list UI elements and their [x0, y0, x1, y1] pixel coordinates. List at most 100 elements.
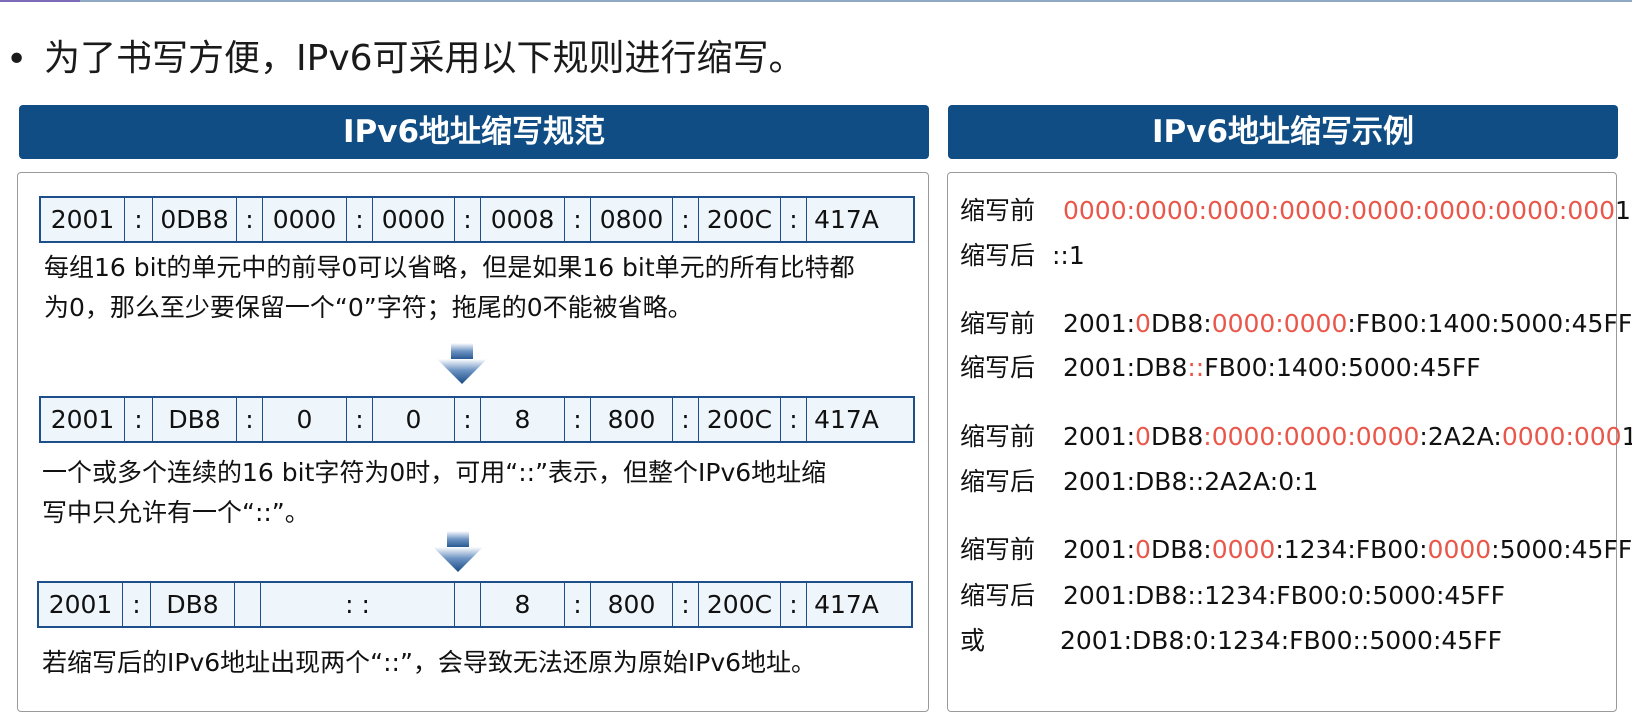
address-segment: :1234:FB00:	[1275, 535, 1428, 564]
down-arrow-icon	[437, 343, 487, 384]
addr-empty-cell	[235, 583, 261, 626]
address-segment: FB00:1400:5000:45FF	[1204, 353, 1481, 382]
example3-before-value: 2001:0DB8:0000:0000:0000:2A2A:0000:0001	[1063, 419, 1632, 455]
addr-group-cell: 200C	[699, 583, 781, 626]
highlighted-segment: 0000:0000:0000:0000:0000:0000:0000:000	[1063, 196, 1616, 225]
highlighted-segment: ::	[1187, 353, 1205, 382]
highlighted-segment: 0	[1135, 535, 1151, 564]
highlighted-segment: 0000	[1211, 535, 1276, 564]
address-segment: :2A2A:	[1419, 422, 1502, 451]
addr-group-cell: 2001	[41, 198, 125, 241]
addr-group-cell: DB8	[151, 583, 235, 626]
addr-group-cell: 417A	[814, 590, 879, 619]
before-label: 缩写前	[960, 422, 1036, 451]
address-segment: 2001:	[1063, 309, 1136, 338]
example1-after-value: ::1	[1052, 241, 1085, 270]
addr-group-cell: 2001	[39, 583, 123, 626]
example4-before-value: 2001:0DB8:0000:1234:FB00:0000:5000:45FF	[1063, 532, 1632, 568]
addr-group-cell: 200C	[699, 398, 781, 441]
addr-colon-cell: :	[237, 198, 263, 241]
addr-group-cell: 200C	[699, 198, 781, 241]
addr-colon-cell: :	[125, 198, 153, 241]
addr-group-cell: 0800	[591, 198, 673, 241]
rule1-text-line2: 为0，那么至少要保留一个“0”字符；拖尾的0不能被省略。	[44, 293, 693, 322]
highlighted-segment: 0	[1135, 422, 1151, 451]
addr-group-cell: 0	[263, 398, 347, 441]
address-segment: 2001:	[1063, 535, 1136, 564]
rule1-text-line1: 每组16 bit的单元中的前导0可以省略，但是如果16 bit单元的所有比特都	[44, 253, 855, 282]
addr-group-cell: 0	[373, 398, 455, 441]
rule3-text: 若缩写后的IPv6地址出现两个“::”，会导致无法还原为原始IPv6地址。	[42, 648, 817, 677]
down-arrow-icon	[433, 531, 483, 572]
addr-colon-cell: :	[347, 398, 373, 441]
top-divider-line	[0, 0, 1632, 2]
top-accent-line	[0, 0, 80, 2]
address-segment: 1	[1621, 422, 1632, 451]
addr-group-cell: DB8	[153, 398, 237, 441]
addr-colon-cell: :	[565, 583, 591, 626]
addr-colon-cell: :	[673, 398, 699, 441]
addr-group-cell: 0000	[373, 198, 455, 241]
highlighted-segment: 0000:0000	[1211, 309, 1348, 338]
intro-text: 为了书写方便，IPv6可采用以下规则进行缩写。	[44, 38, 805, 79]
address-row-full: 2001 : 0DB8 : 0000 : 0000 : 0008 : 0800 …	[39, 196, 915, 243]
address-segment: :5000:45FF	[1491, 535, 1632, 564]
addr-colon-cell: :	[781, 583, 807, 626]
addr-group-cell: 8	[481, 583, 565, 626]
highlighted-segment: :0000:0000:0000	[1203, 422, 1420, 451]
address-row-leading-zeros-removed: 2001 : DB8 : 0 : 0 : 8 : 800 : 200C : 41…	[39, 396, 915, 443]
addr-colon-cell: :	[125, 398, 153, 441]
addr-group-cell: 2001	[41, 398, 125, 441]
rule2-text-line1: 一个或多个连续的16 bit字符为0时，可用“::”表示，但整个IPv6地址缩	[42, 458, 827, 487]
address-segment: 2001:	[1063, 422, 1136, 451]
addr-group-cell: 0000	[263, 198, 347, 241]
addr-colon-cell: :	[455, 198, 481, 241]
addr-empty-cell	[455, 583, 481, 626]
addr-colon-cell: :	[781, 198, 807, 241]
addr-group-cell: 800	[591, 398, 673, 441]
address-segment: 1	[1615, 196, 1631, 225]
addr-group-cell: 8	[481, 398, 565, 441]
examples-header: IPv6地址缩写示例	[948, 105, 1618, 159]
rule2-text-line2: 写中只允许有一个“::”。	[42, 498, 310, 527]
addr-group-cell: 417A	[814, 405, 879, 434]
addr-group-cell: 800	[591, 583, 673, 626]
rules-header: IPv6地址缩写规范	[19, 105, 929, 159]
after-label: 缩写后	[960, 581, 1036, 610]
before-label: 缩写前	[960, 535, 1036, 564]
before-label: 缩写前	[960, 196, 1036, 225]
address-segment: 2001:DB8	[1063, 353, 1188, 382]
addr-double-colon-cell: : :	[261, 583, 455, 626]
after-label: 缩写后	[960, 353, 1036, 382]
address-row-double-colon-invalid: 2001 : DB8 : : 8 : 800 : 200C : 417A	[37, 581, 913, 628]
addr-colon-cell: :	[781, 398, 807, 441]
addr-group-cell: 0008	[481, 198, 565, 241]
example4-after-value: 2001:DB8::1234:FB00:0:5000:45FF	[1063, 581, 1505, 610]
after-label: 缩写后	[960, 241, 1036, 270]
addr-colon-cell: :	[565, 398, 591, 441]
address-segment: DB8:	[1150, 535, 1212, 564]
bullet-marker: •	[6, 39, 28, 80]
or-label: 或	[960, 626, 986, 655]
addr-colon-cell: :	[123, 583, 151, 626]
addr-colon-cell: :	[673, 198, 699, 241]
highlighted-segment: 0000:000	[1501, 422, 1622, 451]
addr-colon-cell: :	[455, 398, 481, 441]
before-label: 缩写前	[960, 309, 1036, 338]
addr-group-cell: 417A	[814, 205, 879, 234]
address-segment: :FB00:1400:5000:45FF	[1347, 309, 1632, 338]
address-segment: DB8	[1150, 422, 1204, 451]
addr-colon-cell: :	[237, 398, 263, 441]
address-segment: DB8:	[1150, 309, 1212, 338]
addr-group-cell: 0DB8	[153, 198, 237, 241]
addr-colon-cell: :	[565, 198, 591, 241]
highlighted-segment: 0000	[1427, 535, 1492, 564]
example2-after-value: 2001:DB8::FB00:1400:5000:45FF	[1063, 350, 1481, 386]
example1-before-value: 0000:0000:0000:0000:0000:0000:0000:0001	[1063, 193, 1631, 229]
highlighted-segment: 0	[1135, 309, 1151, 338]
example2-before-value: 2001:0DB8:0000:0000:FB00:1400:5000:45FF	[1063, 306, 1632, 342]
addr-colon-cell: :	[347, 198, 373, 241]
example4-alt-value: 2001:DB8:0:1234:FB00::5000:45FF	[1060, 626, 1502, 655]
addr-colon-cell: :	[673, 583, 699, 626]
example3-after-value: 2001:DB8::2A2A:0:1	[1063, 467, 1319, 496]
